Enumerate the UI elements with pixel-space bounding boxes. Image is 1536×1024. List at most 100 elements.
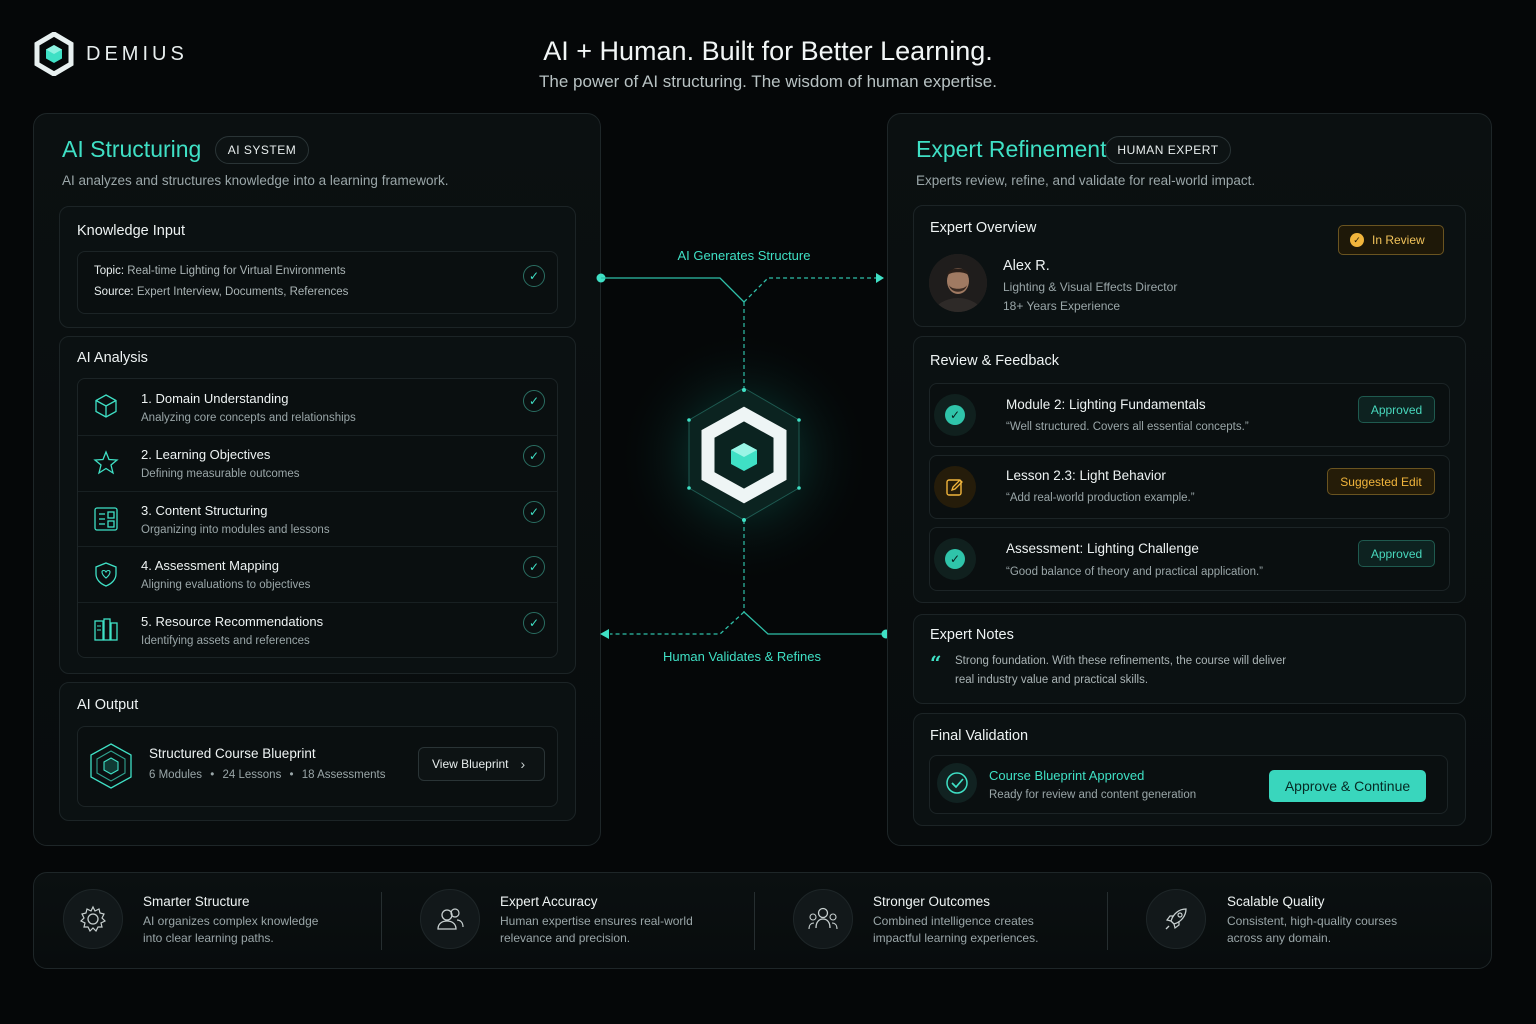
feature-divider — [1107, 892, 1108, 950]
feature-line1: Human expertise ensures real-world — [500, 914, 693, 928]
expert-panel-description: Experts review, refine, and validate for… — [916, 173, 1256, 188]
layout-icon — [94, 507, 118, 531]
knowledge-input-heading: Knowledge Input — [77, 223, 186, 239]
final-status-title: Course Blueprint Approved — [989, 768, 1145, 783]
blueprint-lessons: 24 Lessons — [222, 769, 282, 781]
feature-divider — [754, 892, 755, 950]
expert-notes-line1: Strong foundation. With these refinement… — [955, 655, 1287, 667]
flow-bottom-label: Human Validates & Refines — [662, 649, 821, 664]
expert-name: Alex R. — [1003, 258, 1050, 274]
feature-line2: relevance and precision. — [500, 931, 631, 945]
analysis-step-title: 4. Assessment Mapping — [141, 558, 280, 573]
dot-separator: • — [289, 769, 294, 781]
final-validation-heading: Final Validation — [930, 728, 1029, 744]
feature-line1: Consistent, high-quality courses — [1227, 914, 1398, 928]
row-divider — [78, 546, 557, 547]
source-label: Source: — [94, 286, 134, 298]
analysis-step-check-icon: ✓ — [523, 501, 545, 523]
view-blueprint-label: View Blueprint — [432, 757, 509, 771]
review-feedback-heading: Review & Feedback — [930, 353, 1059, 369]
rocket-icon — [1146, 889, 1206, 949]
resources-icon — [94, 618, 118, 641]
expert-experience: 18+ Years Experience — [1003, 299, 1121, 313]
knowledge-input-check-icon: ✓ — [523, 265, 545, 287]
approved-badge: Approved — [1358, 396, 1435, 423]
analysis-step-desc: Identifying assets and references — [141, 635, 310, 647]
blueprint-cube-icon — [90, 743, 132, 789]
feature-divider — [381, 892, 382, 950]
approved-circle-icon — [937, 763, 977, 803]
analysis-step-title: 3. Content Structuring — [141, 503, 268, 518]
topic-label: Topic: — [94, 265, 125, 277]
quote-icon: “ — [930, 651, 942, 675]
analysis-step-check-icon: ✓ — [523, 445, 545, 467]
clock-check-icon: ✓ — [1350, 233, 1364, 247]
view-blueprint-button[interactable]: View Blueprint › — [418, 747, 545, 781]
page-subtitle: The power of AI structuring. The wisdom … — [539, 72, 997, 91]
users-icon — [420, 889, 480, 949]
approve-continue-button[interactable]: Approve & Continue — [1269, 770, 1426, 802]
review-item-title: Lesson 2.3: Light Behavior — [1006, 468, 1166, 483]
analysis-step-check-icon: ✓ — [523, 612, 545, 634]
analysis-step-desc: Aligning evaluations to objectives — [141, 579, 311, 591]
knowledge-input-box — [77, 251, 558, 314]
row-divider — [78, 602, 557, 603]
feature-line2: across any domain. — [1227, 931, 1332, 945]
blueprint-assessments: 18 Assessments — [301, 769, 386, 781]
feature-title: Scalable Quality — [1227, 894, 1325, 909]
analysis-step-check-icon: ✓ — [523, 390, 545, 412]
shield-icon — [95, 562, 117, 587]
blueprint-meta: 6 Modules • 24 Lessons • 18 Assessments — [149, 769, 386, 781]
final-status-desc: Ready for review and content generation — [989, 789, 1197, 801]
approved-check-icon: ✓ — [934, 538, 976, 580]
feature-line2: into clear learning paths. — [143, 931, 274, 945]
suggested-edit-badge: Suggested Edit — [1327, 468, 1435, 495]
source-line: Source: Expert Interview, Documents, Ref… — [94, 286, 348, 298]
ai-panel-description: AI analyzes and structures knowledge int… — [62, 173, 449, 188]
blueprint-modules: 6 Modules — [149, 769, 203, 781]
analysis-step-desc: Defining measurable outcomes — [141, 468, 300, 480]
review-item-quote: “Add real-world production example.” — [1006, 492, 1195, 504]
review-item-title: Assessment: Lighting Challenge — [1006, 541, 1199, 556]
avatar — [929, 254, 987, 312]
review-item-quote: “Good balance of theory and practical ap… — [1006, 566, 1263, 578]
review-item-quote: “Well structured. Covers all essential c… — [1006, 421, 1249, 433]
ai-panel-title: AI Structuring — [62, 136, 202, 162]
expert-overview-heading: Expert Overview — [930, 220, 1037, 236]
feature-line1: Combined intelligence creates — [873, 914, 1034, 928]
source-value: Expert Interview, Documents, References — [136, 286, 349, 298]
dot-separator: • — [210, 769, 215, 781]
analysis-step-title: 1. Domain Understanding — [141, 391, 289, 406]
row-divider — [78, 491, 557, 492]
gear-icon — [63, 889, 123, 949]
in-review-label: In Review — [1372, 233, 1425, 247]
topic-line: Topic: Real-time Lighting for Virtual En… — [94, 265, 346, 277]
feature-line2: impactful learning experiences. — [873, 931, 1039, 945]
expert-avatar-icon — [929, 254, 987, 312]
analysis-step-check-icon: ✓ — [523, 556, 545, 578]
expert-panel-title: Expert Refinement — [916, 136, 1107, 162]
edit-icon — [934, 466, 976, 508]
expert-notes-line2: real industry value and practical skills… — [955, 674, 1149, 686]
feature-title: Stronger Outcomes — [873, 894, 991, 909]
chevron-right-icon: › — [520, 756, 526, 772]
flow-top-label: AI Generates Structure — [677, 248, 811, 263]
ai-analysis-heading: AI Analysis — [77, 350, 148, 366]
feature-line1: AI organizes complex knowledge — [143, 914, 319, 928]
analysis-step-title: 5. Resource Recommendations — [141, 614, 324, 629]
feature-title: Smarter Structure — [143, 894, 250, 909]
approved-badge: Approved — [1358, 540, 1435, 567]
expert-role: Lighting & Visual Effects Director — [1003, 280, 1178, 294]
cube-icon — [95, 394, 117, 418]
ai-system-tag: AI SYSTEM — [215, 136, 309, 164]
star-icon — [93, 450, 119, 475]
blueprint-title: Structured Course Blueprint — [149, 746, 316, 761]
analysis-step-title: 2. Learning Objectives — [141, 447, 271, 462]
flow-diagram — [596, 273, 891, 639]
human-expert-tag: HUMAN EXPERT — [1105, 136, 1231, 164]
review-item-title: Module 2: Lighting Fundamentals — [1006, 397, 1206, 412]
in-review-badge: ✓ In Review — [1338, 225, 1444, 255]
row-divider — [78, 435, 557, 436]
analysis-step-desc: Analyzing core concepts and relationship… — [141, 412, 356, 424]
analysis-step-desc: Organizing into modules and lessons — [141, 524, 330, 536]
